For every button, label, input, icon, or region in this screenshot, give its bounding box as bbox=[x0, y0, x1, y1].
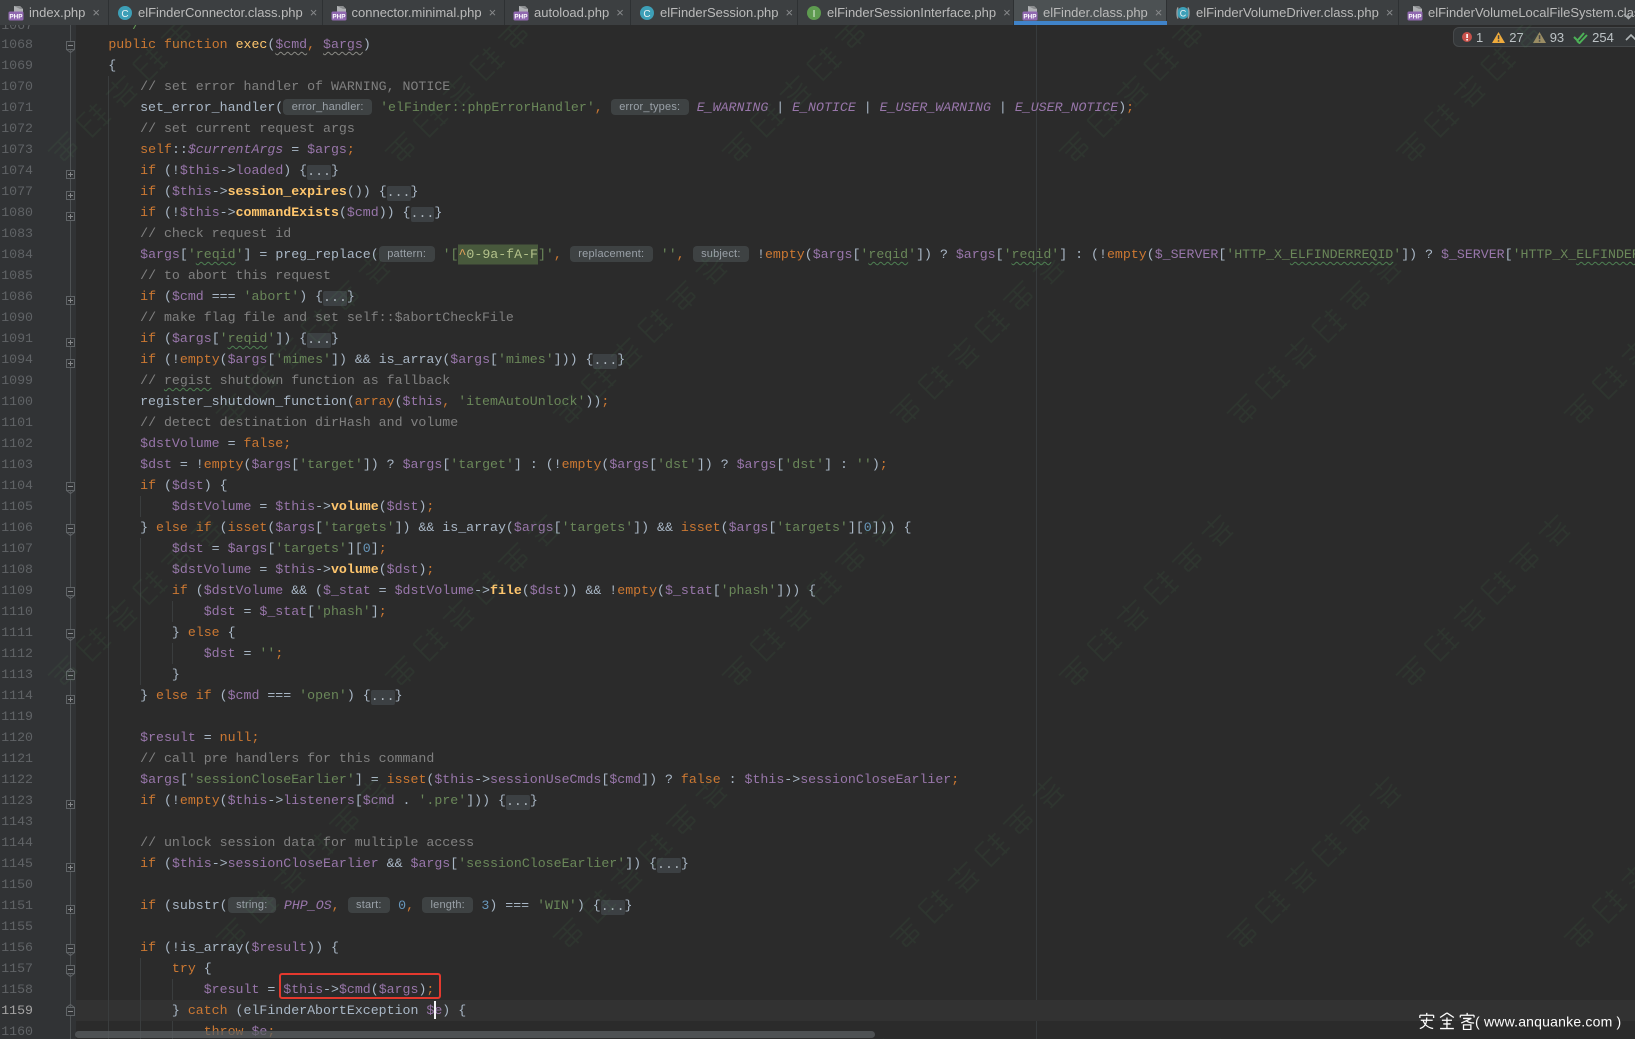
svg-text:PHP: PHP bbox=[332, 13, 346, 20]
svg-text:PHP: PHP bbox=[1023, 13, 1037, 20]
svg-text:C: C bbox=[643, 8, 650, 19]
svg-text:C: C bbox=[121, 8, 128, 19]
svg-text:PHP: PHP bbox=[514, 13, 528, 20]
svg-text:I: I bbox=[813, 8, 816, 19]
svg-text:C: C bbox=[1180, 8, 1187, 18]
svg-text:PHP: PHP bbox=[1408, 13, 1422, 20]
svg-text:PHP: PHP bbox=[9, 13, 23, 20]
